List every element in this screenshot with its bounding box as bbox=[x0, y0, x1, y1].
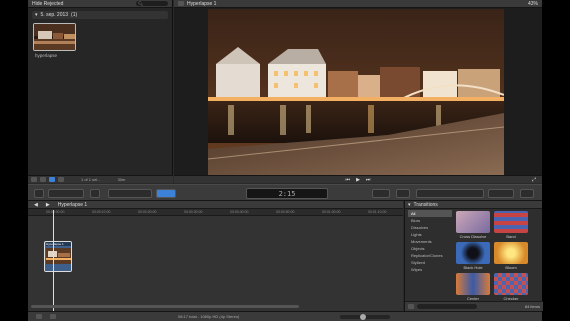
settings-gear-icon[interactable] bbox=[40, 177, 46, 182]
timeline-zoom-slider[interactable] bbox=[340, 314, 390, 320]
category-objects[interactable]: Objects bbox=[408, 245, 452, 252]
disclosure-triangle-icon[interactable]: ▾ bbox=[408, 202, 411, 208]
main-toolbar: 2:15 bbox=[28, 184, 542, 201]
timeline-clip[interactable]: Hyperlapse 1 bbox=[44, 241, 72, 272]
category-all[interactable]: All bbox=[408, 210, 452, 217]
browser-search-field[interactable]: 🔍︎ bbox=[136, 1, 168, 6]
category-dissolves[interactable]: Dissolves bbox=[408, 224, 452, 231]
category-blurs[interactable]: Blurs bbox=[408, 217, 452, 224]
transition-bloom[interactable] bbox=[494, 242, 528, 264]
select-tool-button[interactable] bbox=[156, 189, 176, 198]
retime-menu-button[interactable] bbox=[396, 189, 410, 198]
filmstrip-view-icon[interactable] bbox=[49, 177, 55, 182]
timeline-clip-title: Hyperlapse 1 bbox=[46, 242, 71, 246]
transitions-search-field[interactable] bbox=[417, 304, 477, 309]
ruler-tick: 00:01:10:00 bbox=[368, 210, 387, 214]
transition-label: Band bbox=[506, 234, 516, 239]
transition-label: Bloom bbox=[505, 265, 517, 270]
selection-counter: 1 of 1 sel... bbox=[81, 177, 101, 182]
fullscreen-icon[interactable]: ⤢ bbox=[532, 177, 536, 183]
status-bar: 08:17 total - 1080p HD (4p Stereo) bbox=[28, 311, 542, 321]
play-button[interactable]: ▶ bbox=[356, 177, 360, 183]
final-cut-pro-window: Hide Rejected 🔍︎ ▾ 5. sep. 2013 (1) hype… bbox=[28, 0, 543, 321]
category-lights[interactable]: Lights bbox=[408, 231, 452, 238]
transition-cross-dissolve[interactable] bbox=[456, 211, 490, 233]
viewer: Hyperlapse 1 43% ⏮ ▶ ⏭ ⤢ bbox=[174, 0, 542, 183]
keyword-button[interactable] bbox=[90, 189, 100, 198]
disclosure-triangle-icon[interactable]: ▾ bbox=[35, 12, 38, 18]
category-stylized[interactable]: Stylized bbox=[408, 259, 452, 266]
edit-buttons-group[interactable] bbox=[108, 189, 152, 198]
transition-label: Black Hole bbox=[463, 265, 483, 270]
ruler-tick: 00:00:00:00 bbox=[46, 210, 65, 214]
timeline-scrollbar[interactable] bbox=[31, 305, 299, 308]
category-movements[interactable]: Movements bbox=[408, 238, 452, 245]
event-folder-row[interactable]: ▾ 5. sep. 2013 (1) bbox=[32, 11, 168, 19]
ruler-tick: 00:00:30:00 bbox=[184, 210, 203, 214]
timeline-header: ◀ ▶ Hyperlapse 1 bbox=[28, 201, 403, 209]
inspector-buttons[interactable] bbox=[488, 189, 514, 198]
timeline: ◀ ▶ Hyperlapse 1 00:00:00:00 00:00:10:00… bbox=[28, 201, 403, 311]
transition-label: Cross Dissolve bbox=[459, 234, 487, 239]
browser-footer: 1 of 1 sel... 30m bbox=[28, 175, 173, 183]
transitions-browser: ▾ Transitions All Blurs Dissolves Lights… bbox=[404, 201, 543, 311]
viewer-title: Hyperlapse 1 bbox=[187, 0, 217, 7]
transition-categories: All Blurs Dissolves Lights Movements Obj… bbox=[408, 210, 452, 273]
event-name: 5. sep. 2013 bbox=[40, 12, 69, 18]
ruler-tick: 00:00:10:00 bbox=[92, 210, 111, 214]
viewer-zoom-level[interactable]: 43% bbox=[528, 1, 538, 7]
ruler-tick: 00:00:50:00 bbox=[276, 210, 295, 214]
transitions-footer: 84 items bbox=[405, 301, 543, 311]
hide-rejected-filter[interactable]: Hide Rejected bbox=[32, 1, 63, 7]
transitions-header: ▾ Transitions bbox=[405, 201, 542, 209]
transition-checker[interactable] bbox=[494, 273, 528, 295]
back-arrow-icon[interactable]: ◀ bbox=[34, 202, 38, 208]
transitions-title: Transitions bbox=[413, 201, 438, 208]
sidebar-toggle-icon[interactable] bbox=[408, 304, 414, 309]
timeline-ruler[interactable]: 00:00:00:00 00:00:10:00 00:00:20:00 00:0… bbox=[28, 209, 403, 216]
ruler-tick: 00:00:40:00 bbox=[230, 210, 249, 214]
playhead[interactable] bbox=[53, 210, 54, 311]
browser-header: Hide Rejected 🔍︎ bbox=[28, 0, 172, 8]
clip-thumbnail[interactable] bbox=[33, 23, 76, 51]
transition-black-hole[interactable] bbox=[456, 242, 490, 264]
transition-center[interactable] bbox=[456, 273, 490, 295]
enhance-menu-button[interactable] bbox=[372, 189, 390, 198]
video-frame bbox=[208, 9, 504, 175]
timeline-title: Hyperlapse 1 bbox=[57, 201, 88, 208]
forward-arrow-icon[interactable]: ▶ bbox=[46, 202, 50, 208]
viewer-footer: ⏮ ▶ ⏭ ⤢ bbox=[174, 175, 542, 183]
media-browser-buttons[interactable] bbox=[416, 189, 484, 198]
timeline-index-icon[interactable] bbox=[50, 314, 56, 319]
clip-appearance-button[interactable] bbox=[31, 177, 37, 182]
library-toggle-button[interactable] bbox=[34, 189, 44, 198]
import-button[interactable] bbox=[48, 189, 84, 198]
zoom-slider-knob[interactable] bbox=[360, 314, 366, 320]
go-to-start-button[interactable]: ⏮ bbox=[346, 177, 351, 183]
category-replicator-clones[interactable]: Replicator/Clones bbox=[408, 252, 452, 259]
audio-meter-icon[interactable] bbox=[36, 314, 42, 319]
project-icon bbox=[178, 1, 184, 6]
list-view-icon[interactable] bbox=[58, 177, 64, 182]
viewer-header: Hyperlapse 1 43% bbox=[174, 0, 542, 8]
duration-label: 30m bbox=[117, 177, 126, 182]
share-button[interactable] bbox=[520, 189, 534, 198]
ruler-tick: 00:00:20:00 bbox=[138, 210, 157, 214]
clip-name: hyperlapse bbox=[35, 53, 58, 58]
project-info: 08:17 total - 1080p HD (4p Stereo) bbox=[178, 314, 240, 319]
event-browser: Hide Rejected 🔍︎ ▾ 5. sep. 2013 (1) hype… bbox=[28, 0, 173, 183]
go-to-end-button[interactable]: ⏭ bbox=[366, 177, 371, 183]
timecode-display[interactable]: 2:15 bbox=[246, 188, 328, 199]
ruler-tick: 00:01:00:00 bbox=[322, 210, 341, 214]
transitions-count: 84 items bbox=[524, 304, 540, 309]
category-wipes[interactable]: Wipes bbox=[408, 266, 452, 273]
transition-band[interactable] bbox=[494, 211, 528, 233]
search-icon: 🔍︎ bbox=[138, 1, 144, 6]
event-count: (1) bbox=[71, 12, 78, 18]
